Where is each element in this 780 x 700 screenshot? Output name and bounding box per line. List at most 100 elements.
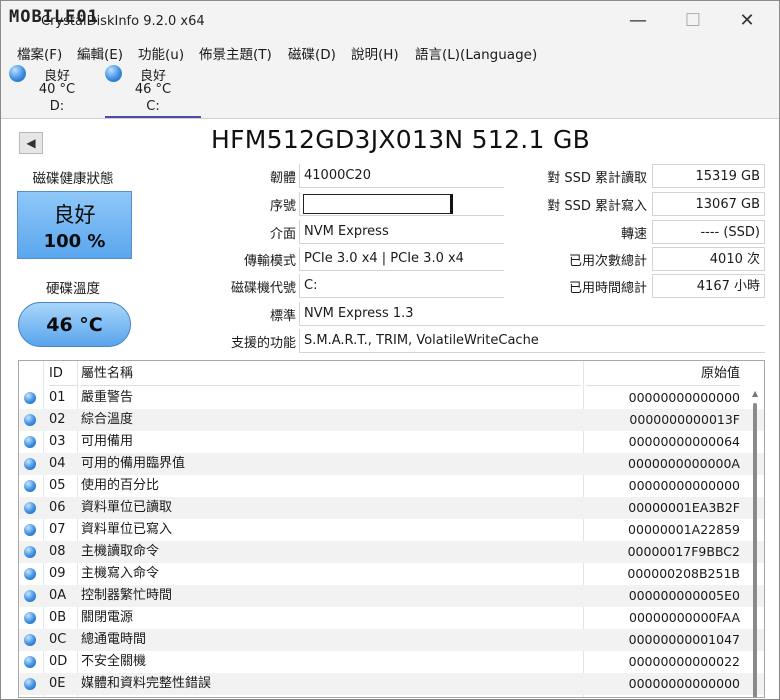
total-host-reads-value: 15319 GB [652,164,765,188]
column-header-raw[interactable]: 原始值 [586,361,740,386]
attribute-raw: 00000000000022 [628,654,740,669]
table-row[interactable]: 02 綜合溫度 0000000000013F [19,409,764,431]
drive-tab-c[interactable]: 良好 46 °C C: [105,63,201,118]
attribute-raw: 00000000000FAA [629,610,740,625]
attribute-name: 控制器繁忙時間 [81,588,173,603]
table-row[interactable]: 06 資料單位已讀取 00000001EA3B2F [19,497,764,519]
menu-disk[interactable]: 磁碟(D) [288,43,336,63]
attribute-id: 0C [49,632,67,647]
maximize-button[interactable]: ☐ [669,5,717,37]
attribute-raw: 000000208B251B [627,566,740,581]
prev-disk-button[interactable]: ◀ [19,132,43,154]
table-row[interactable]: 07 資料單位已寫入 00000001A22859 [19,519,764,541]
status-dot-icon [24,634,36,646]
app-title: CrystalDiskInfo 9.2.0 x64 [41,14,205,29]
table-row[interactable]: 03 可用備用 00000000000064 [19,431,764,453]
attribute-name: 總通電時間 [81,632,147,647]
smart-attributes-table[interactable]: ID 屬性名稱 原始值 01 嚴重警告 00000000000000 02 綜合溫度 0… [18,360,765,698]
attribute-name: 可用的備用臨界值 [81,456,186,471]
menu-function[interactable]: 功能(u) [138,43,184,63]
menu-help[interactable]: 說明(H) [351,43,399,63]
total-host-writes-value: 13067 GB [652,192,765,216]
column-header-attribute[interactable]: 屬性名稱 [81,361,581,386]
drive-letter-value: C: [299,274,504,298]
status-dot-icon [24,524,36,536]
attribute-name: 可用備用 [81,434,134,449]
serial-redaction-box [303,194,453,214]
attribute-id: 07 [49,522,66,537]
features-label: 支援的功能 [230,336,296,351]
attribute-id: 0E [49,676,66,691]
menu-language[interactable]: 語言(L)(Language) [415,43,537,63]
attribute-id: 08 [49,544,66,559]
attribute-id: 03 [49,434,66,449]
transfer-mode-label: 傳輸模式 [243,254,296,269]
health-status-button[interactable]: 良好 100 % [17,191,132,259]
power-on-hours-label: 已用時間總計 [568,281,647,296]
attribute-name: 關閉電源 [81,610,134,625]
attribute-raw: 000000000005E0 [628,588,740,603]
drive-bar: 良好 40 °C D: 良好 46 °C C: [1,63,779,119]
title-bar: MOBILE01 CrystalDiskInfo 9.2.0 x64 — ☐ ✕ [1,1,779,41]
serial-label: 序號 [269,199,296,214]
total-host-writes-label: 對 SSD 累計寫入 [547,199,647,214]
table-scrollbar[interactable]: ▲ [752,387,758,697]
interface-label: 介面 [269,227,296,242]
menu-theme[interactable]: 佈景主題(T) [199,43,272,63]
power-on-hours-value: 4167 小時 [652,274,765,298]
temperature-button[interactable]: 46 °C [18,302,131,347]
table-row[interactable]: 01 嚴重警告 00000000000000 [19,387,764,409]
table-row[interactable]: 0A 控制器繁忙時間 000000000005E0 [19,585,764,607]
attribute-id: 09 [49,566,66,581]
attribute-name: 使用的百分比 [81,478,160,493]
drive-letter-label: 磁碟機代號 [230,281,296,296]
close-button[interactable]: ✕ [723,5,771,37]
table-row[interactable]: 09 主機寫入命令 000000208B251B [19,563,764,585]
firmware-label: 韌體 [269,171,296,186]
scroll-thumb[interactable] [753,403,757,697]
attribute-id: 0D [49,654,68,669]
attribute-name: 媒體和資料完整性錯誤 [81,676,212,691]
health-status-icon [105,65,122,82]
table-row[interactable]: 0E 媒體和資料完整性錯誤 00000000000000 [19,673,764,695]
table-row[interactable]: 0C 總通電時間 00000000001047 [19,629,764,651]
attribute-id: 05 [49,478,66,493]
attribute-id: 04 [49,456,66,471]
status-dot-icon [24,678,36,690]
menu-bar: 檔案(F) 編輯(E) 功能(u) 佈景主題(T) 磁碟(D) 說明(H) 語言… [1,41,779,63]
attribute-name: 主機寫入命令 [81,566,160,581]
column-header-id[interactable]: ID [49,361,79,386]
menu-file[interactable]: 檔案(F) [17,43,62,63]
drive-tab-d[interactable]: 良好 40 °C D: [9,63,105,118]
menu-edit[interactable]: 編輯(E) [77,43,123,63]
status-dot-icon [24,612,36,624]
health-label: 磁碟健康狀態 [32,171,114,187]
standard-label: 標準 [269,309,296,324]
attribute-raw: 00000000000000 [628,676,740,691]
attribute-name: 不安全關機 [81,654,147,669]
table-row[interactable]: 05 使用的百分比 00000000000000 [19,475,764,497]
table-row[interactable]: 08 主機讀取命令 00000017F9BBC2 [19,541,764,563]
firmware-value: 41000C20 [299,164,504,188]
minimize-button[interactable]: — [614,5,662,37]
status-dot-icon [24,568,36,580]
scroll-up-icon[interactable]: ▲ [752,389,758,398]
status-dot-icon [24,392,36,404]
status-dot-icon [24,480,36,492]
status-dot-icon [24,590,36,602]
attribute-name: 嚴重警告 [81,390,134,405]
attribute-name: 綜合溫度 [81,412,134,427]
attribute-id: 0B [49,610,67,625]
model-title: HFM512GD3JX013N 512.1 GB [211,125,591,154]
attribute-id: 06 [49,500,66,515]
standard-value: NVM Express 1.3 [299,302,765,326]
attribute-raw: 00000000000064 [628,434,740,449]
health-status-text: 良好 [53,203,96,227]
interface-value: NVM Express [299,220,504,244]
transfer-mode-value: PCIe 3.0 x4 | PCIe 3.0 x4 [299,247,504,271]
table-row[interactable]: 04 可用的備用臨界值 0000000000000A [19,453,764,475]
table-row[interactable]: 0B 關閉電源 00000000000FAA [19,607,764,629]
table-row[interactable]: 0D 不安全關機 00000000000022 [19,651,764,673]
power-on-count-label: 已用次數總計 [568,254,647,269]
app-window: MOBILE01 CrystalDiskInfo 9.2.0 x64 — ☐ ✕… [0,0,780,700]
